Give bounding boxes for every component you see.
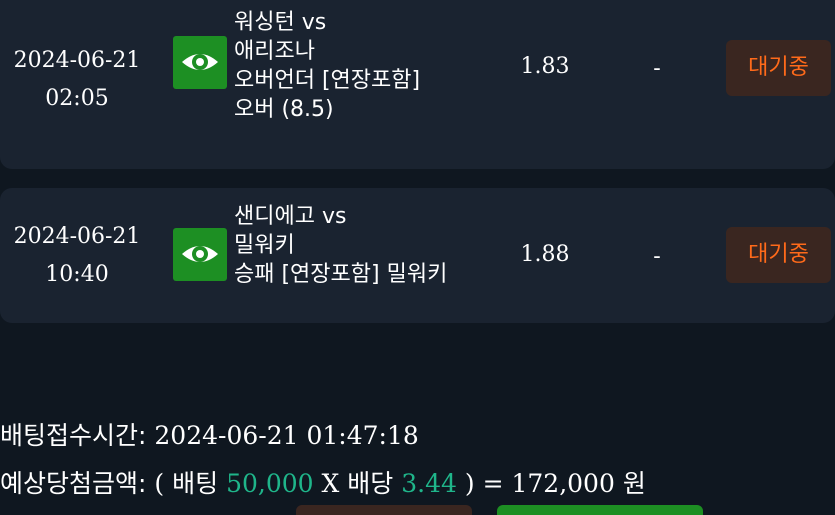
- pick-line: 오버 (8.5): [234, 97, 334, 122]
- view-detail-button[interactable]: [173, 228, 227, 281]
- bet-amount-value: 50,000: [226, 469, 314, 498]
- bet-date: 2024-06-21: [13, 48, 141, 73]
- match-info: 샌디에고 vs 밀워키 승패 [연장포함] 밀워키: [234, 202, 494, 289]
- team2-line: 밀워키: [234, 233, 295, 258]
- bet-time: 02:05: [45, 86, 109, 111]
- status-button[interactable]: 대기중: [726, 227, 831, 283]
- expected-payout-row: 예상당첨금액: ( 배팅 50,000 X 배당 3.44 ) = 172,00…: [0, 464, 646, 500]
- eye-icon: [182, 54, 218, 70]
- accept-time-row: 배팅접수시간: 2024-06-21 01:47:18: [0, 416, 419, 452]
- bet-odds: 1.83: [520, 54, 570, 79]
- team1-line: 워싱턴 vs: [234, 10, 327, 35]
- bet-result: -: [653, 244, 661, 269]
- total-odds-value: 3.44: [401, 469, 457, 498]
- team2-line: 애리조나: [234, 39, 315, 64]
- eye-icon: [182, 246, 218, 262]
- bet-datetime: 2024-06-21 02:05: [0, 42, 154, 118]
- team1-line: 샌디에고 vs: [234, 204, 347, 229]
- bet-odds: 1.88: [520, 242, 570, 267]
- accept-time-label: 배팅접수시간:: [0, 421, 147, 450]
- payout-value: 172,000: [511, 469, 615, 498]
- cancel-bet-button[interactable]: [296, 505, 472, 515]
- close-equals: ) =: [464, 469, 504, 498]
- open-paren: (: [154, 469, 165, 498]
- multiply-sign: X: [321, 469, 340, 498]
- bet-amount-label: 배팅: [172, 469, 219, 498]
- total-odds-label: 배당: [347, 469, 394, 498]
- bet-card: 2024-06-21 02:05 워싱턴 vs 애리조나 오버언더 [연장포함]…: [0, 0, 835, 169]
- bet-datetime: 2024-06-21 10:40: [0, 218, 154, 294]
- bet-time: 10:40: [45, 262, 109, 287]
- market-line: 오버언더 [연장포함]: [234, 68, 421, 93]
- view-detail-button[interactable]: [173, 36, 227, 89]
- match-info: 워싱턴 vs 애리조나 오버언더 [연장포함] 오버 (8.5): [234, 8, 494, 124]
- bet-result: -: [653, 56, 661, 81]
- bet-card: 2024-06-21 10:40 샌디에고 vs 밀워키 승패 [연장포함] 밀…: [0, 188, 835, 323]
- status-button[interactable]: 대기중: [726, 40, 831, 96]
- confirm-bet-button[interactable]: [497, 505, 703, 515]
- market-line: 승패 [연장포함] 밀워키: [234, 262, 448, 287]
- expected-payout-label: 예상당첨금액:: [0, 469, 147, 498]
- currency-unit: 원: [622, 469, 646, 498]
- bet-date: 2024-06-21: [13, 224, 141, 249]
- accept-time-value: 2024-06-21 01:47:18: [154, 421, 419, 450]
